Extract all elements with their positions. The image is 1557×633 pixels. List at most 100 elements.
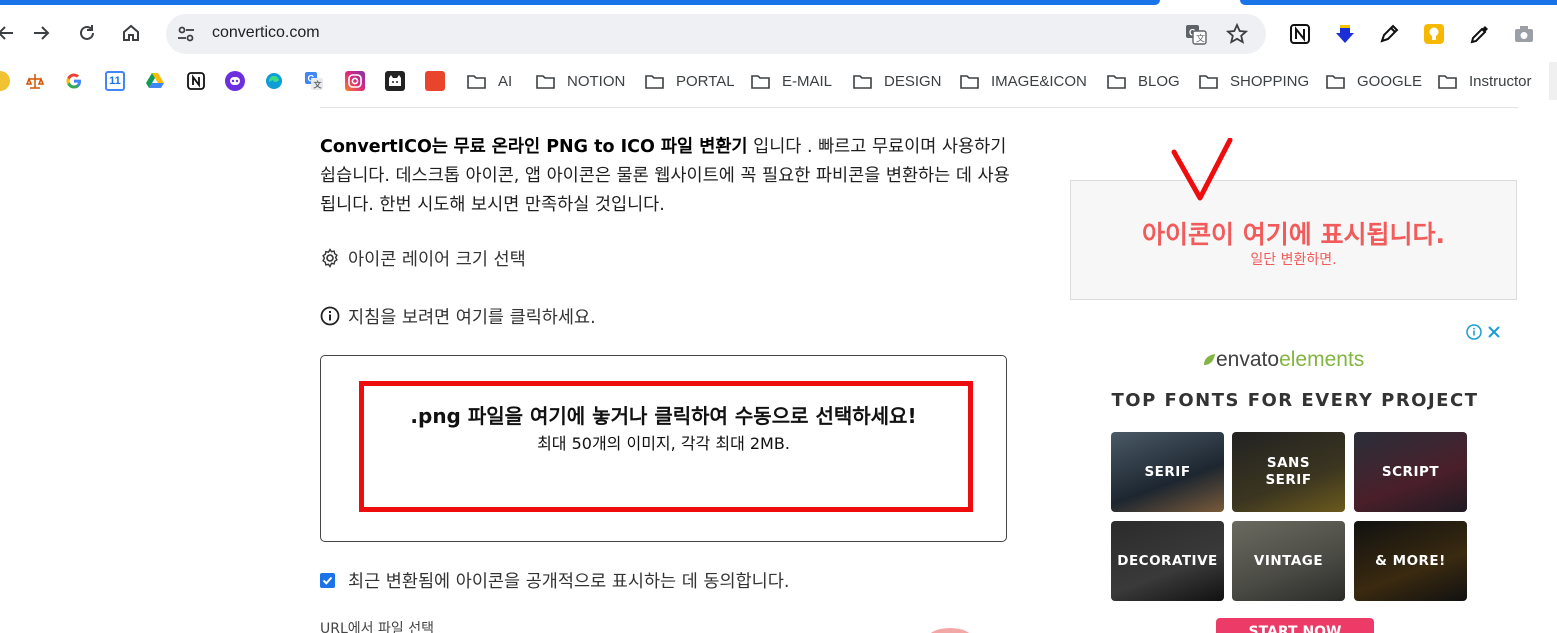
bookmark-brand[interactable] <box>425 71 445 91</box>
check-icon <box>322 576 333 585</box>
bookmarks-overflow-edge <box>1549 62 1557 102</box>
bookmark-star-button[interactable] <box>1226 23 1248 45</box>
layer-size-toggle[interactable]: 아이콘 레이어 크기 선택 <box>320 246 526 270</box>
ad-controls <box>1466 324 1502 340</box>
bookmark-folder-label: E-MAIL <box>782 72 833 90</box>
info-icon <box>320 306 340 326</box>
bookmark-folder-notion[interactable]: NOTION <box>536 70 625 92</box>
star-icon <box>1226 23 1248 44</box>
ad-tile-label: SCRIPT <box>1381 463 1440 480</box>
bookmark-folder-blog[interactable]: BLOG <box>1107 70 1180 92</box>
folder-icon <box>1199 74 1218 89</box>
ad-tile[interactable]: VINTAGE <box>1232 521 1345 601</box>
folder-icon <box>751 74 770 89</box>
bookmark-folder-label: DESIGN <box>884 72 942 90</box>
color-picker-extension[interactable] <box>1468 22 1492 46</box>
bookmark-folder-label: BLOG <box>1138 72 1180 90</box>
bookmark-folder-label: IMAGE&ICON <box>991 72 1087 90</box>
folder-icon <box>467 74 486 89</box>
ad-tile[interactable]: & MORE! <box>1354 521 1467 601</box>
notion-icon <box>1290 24 1310 44</box>
bookmark-folder-design[interactable]: DESIGN <box>853 70 942 92</box>
consent-checkbox[interactable] <box>320 573 335 588</box>
folder-icon <box>645 74 664 89</box>
url-text[interactable]: convertico.com <box>212 24 320 42</box>
ad-tile[interactable]: SCRIPT <box>1354 432 1467 512</box>
back-arrow-icon <box>0 26 13 40</box>
envato-logo: envato elements <box>1202 348 1364 372</box>
bookmark-cat[interactable] <box>385 71 405 91</box>
home-button[interactable] <box>114 16 148 50</box>
bookmark-chatbot[interactable] <box>225 71 245 91</box>
svg-text:文: 文 <box>1196 33 1205 45</box>
gear-icon <box>322 248 338 268</box>
site-info-icon[interactable] <box>176 24 196 44</box>
bookmark-edge[interactable] <box>264 71 284 91</box>
layer-size-label: 아이콘 레이어 크기 선택 <box>348 249 526 270</box>
pencil-icon <box>1380 24 1399 43</box>
bookmark-translate[interactable]: G文 <box>304 71 324 91</box>
bookmark-folder-google[interactable]: GOOGLE <box>1326 70 1422 92</box>
bookmark-folder-email[interactable]: E-MAIL <box>751 70 832 92</box>
idea-extension[interactable] <box>1422 22 1446 46</box>
reload-icon <box>80 25 94 40</box>
bookmark-folder-label: Instructor <box>1469 72 1532 90</box>
preview-title: 아이콘이 여기에 표시됩니다. <box>1142 220 1445 249</box>
scale-icon <box>26 74 44 89</box>
advertisement[interactable]: envato elements TOP FONTS FOR EVERY PROJE… <box>1100 322 1510 633</box>
bookmark-google[interactable] <box>64 71 84 91</box>
guide-link[interactable]: 지침을 보려면 여기를 클릭하세요. <box>320 304 596 328</box>
bookmark-partial[interactable] <box>0 71 10 91</box>
ad-cta-button[interactable]: START NOW <box>1216 618 1374 633</box>
bookmark-folder-portal[interactable]: PORTAL <box>645 70 735 92</box>
consent-label: 최근 변환됨에 아이콘을 공개적으로 표시하는 데 동의합니다. <box>348 572 790 592</box>
intro-paragraph: ConvertICO는 무료 온라인 PNG to ICO 파일 변환기 입니다… <box>320 133 1010 220</box>
bookmark-folder-ai[interactable]: AI <box>467 70 512 92</box>
reload-button[interactable] <box>70 16 104 50</box>
icon-preview-panel: 아이콘이 여기에 표시됩니다. 일단 변환하면. <box>1070 180 1517 300</box>
ad-close-icon[interactable] <box>1486 324 1502 340</box>
forward-arrow-icon <box>34 26 50 40</box>
ad-tile[interactable]: SANS SERIF <box>1232 432 1345 512</box>
bookmark-folder-label: PORTAL <box>676 72 735 90</box>
page-content: ConvertICO는 무료 온라인 PNG to ICO 파일 변환기 입니다… <box>0 100 1557 633</box>
pen-extension[interactable] <box>1377 22 1401 46</box>
bookmark-calendar[interactable]: 11 <box>105 71 125 91</box>
bookmark-scale[interactable] <box>25 71 45 91</box>
address-bar[interactable]: convertico.com G文 <box>166 14 1266 54</box>
ad-info-icon[interactable] <box>1466 324 1482 340</box>
bookmark-folder-image-icon[interactable]: IMAGE&ICON <box>960 70 1087 92</box>
bookmark-notion[interactable] <box>186 71 206 91</box>
forward-button[interactable] <box>25 16 59 50</box>
consent-row[interactable]: 최근 변환됨에 아이콘을 공개적으로 표시하는 데 동의합니다. <box>320 568 789 593</box>
cat-icon <box>389 75 401 86</box>
file-dropzone[interactable]: .png 파일을 여기에 놓거나 클릭하여 수동으로 선택하세요! 최대 50개… <box>320 355 1007 542</box>
back-button[interactable] <box>0 16 22 50</box>
ad-tile[interactable]: SERIF <box>1111 432 1224 512</box>
bookmark-folder-label: AI <box>498 72 513 90</box>
ad-tile-label: SERIF <box>1144 463 1191 480</box>
bookmark-folder-instructor[interactable]: Instructor <box>1438 70 1532 92</box>
ad-tile[interactable]: DECORATIVE <box>1111 521 1224 601</box>
ad-tile-label: SANS SERIF <box>1265 455 1312 488</box>
folder-icon <box>853 74 872 89</box>
bookmarks-bar: 11 G文 AI NOTION PORTAL E-MAIL DESIGN IMA… <box>0 62 1557 100</box>
calendar-icon: 11 <box>109 75 121 87</box>
eyedropper-icon <box>1470 26 1488 44</box>
translate-button[interactable]: G文 <box>1185 23 1207 45</box>
bookmark-drive[interactable] <box>145 71 165 91</box>
tab-strip-right <box>1240 0 1557 5</box>
dropzone-title: .png 파일을 여기에 놓거나 클릭하여 수동으로 선택하세요! <box>410 404 917 428</box>
notion-extension[interactable] <box>1288 22 1312 46</box>
download-extension[interactable] <box>1333 22 1357 46</box>
bookmark-folder-label: GOOGLE <box>1357 72 1423 90</box>
bookmark-folder-shopping[interactable]: SHOPPING <box>1199 70 1309 92</box>
google-drive-icon <box>146 73 164 88</box>
floating-decoration <box>928 628 972 633</box>
google-translate-icon: G文 <box>305 72 323 90</box>
bookmark-folder-label: SHOPPING <box>1230 72 1310 90</box>
instagram-icon <box>348 74 362 88</box>
bookmark-instagram[interactable] <box>345 71 365 91</box>
folder-icon <box>536 74 555 89</box>
screenshot-extension[interactable] <box>1512 22 1536 46</box>
